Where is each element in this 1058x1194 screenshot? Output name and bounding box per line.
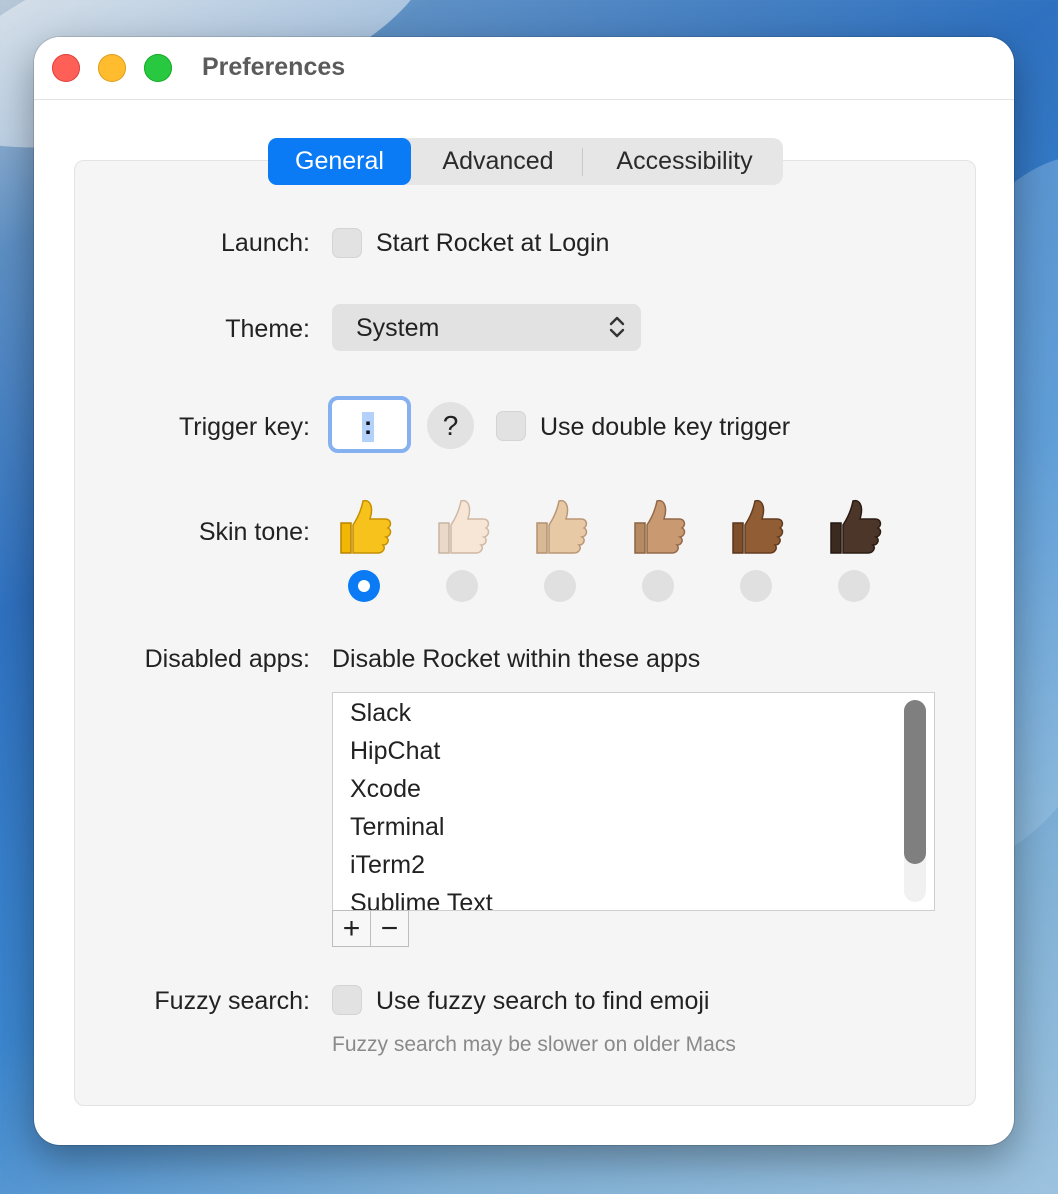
skin-tone-radio-dark[interactable] — [838, 570, 870, 602]
list-item[interactable]: Terminal — [350, 811, 444, 843]
trigger-key-field[interactable]: : — [328, 396, 411, 453]
fuzzy-search-label: Fuzzy search: — [154, 987, 310, 1015]
thumbs-up-medium-icon[interactable] — [629, 497, 687, 557]
disabled-apps-list[interactable]: Slack HipChat Xcode Terminal iTerm2 Subl… — [332, 692, 935, 911]
list-item[interactable]: Sublime Text — [350, 887, 493, 910]
skin-tone-radio-default[interactable] — [348, 570, 380, 602]
trigger-key-value: : — [362, 412, 374, 442]
close-window-button[interactable] — [52, 54, 80, 82]
list-scrollbar[interactable] — [904, 700, 926, 902]
start-at-login-checkbox[interactable] — [332, 228, 362, 258]
preferences-window: Preferences General Advanced Accessibili… — [34, 37, 1014, 1145]
start-at-login-label[interactable]: Start Rocket at Login — [376, 227, 609, 259]
list-item[interactable]: Slack — [350, 697, 411, 729]
add-app-button[interactable]: + — [333, 911, 371, 946]
thumbs-up-medium-dark-icon[interactable] — [727, 497, 785, 557]
help-button[interactable]: ? — [427, 402, 474, 449]
up-down-chevron-icon — [609, 316, 625, 338]
tab-general[interactable]: General — [268, 138, 411, 185]
skin-tone-radio-medium[interactable] — [642, 570, 674, 602]
list-item[interactable]: Xcode — [350, 773, 421, 805]
list-scrollbar-thumb[interactable] — [904, 700, 926, 864]
thumbs-up-light-icon[interactable] — [433, 497, 491, 557]
tab-divider — [582, 148, 583, 176]
fuzzy-search-checkbox-label[interactable]: Use fuzzy search to find emoji — [376, 985, 709, 1017]
tab-accessibility[interactable]: Accessibility — [586, 138, 783, 185]
skin-tone-radio-light[interactable] — [446, 570, 478, 602]
remove-app-button[interactable]: − — [371, 911, 408, 946]
tab-advanced[interactable]: Advanced — [418, 138, 578, 185]
fuzzy-search-checkbox[interactable] — [332, 985, 362, 1015]
zoom-window-button[interactable] — [144, 54, 172, 82]
double-key-trigger-checkbox[interactable] — [496, 411, 526, 441]
list-item[interactable]: HipChat — [350, 735, 440, 767]
list-item[interactable]: iTerm2 — [350, 849, 425, 881]
disabled-apps-description: Disable Rocket within these apps — [332, 645, 701, 673]
skin-tone-radio-medium-dark[interactable] — [740, 570, 772, 602]
minimize-window-button[interactable] — [98, 54, 126, 82]
thumbs-up-medium-light-icon[interactable] — [531, 497, 589, 557]
theme-label: Theme: — [225, 315, 310, 343]
skin-tone-radio-medium-light[interactable] — [544, 570, 576, 602]
disabled-apps-label: Disabled apps: — [144, 645, 310, 673]
theme-select[interactable]: System — [332, 304, 641, 351]
thumbs-up-dark-icon[interactable] — [825, 497, 883, 557]
window-title: Preferences — [202, 53, 346, 81]
tab-bar: General Advanced Accessibility — [268, 138, 783, 185]
title-bar[interactable]: Preferences — [34, 37, 1014, 100]
theme-select-value: System — [356, 314, 440, 342]
launch-label: Launch: — [221, 229, 310, 257]
trigger-key-label: Trigger key: — [178, 413, 310, 441]
fuzzy-search-hint: Fuzzy search may be slower on older Macs — [332, 1033, 736, 1056]
thumbs-up-default-icon[interactable] — [335, 497, 393, 557]
double-key-trigger-label[interactable]: Use double key trigger — [540, 411, 790, 443]
skin-tone-label: Skin tone: — [198, 518, 310, 546]
add-remove-control: + − — [332, 910, 409, 947]
settings-panel — [74, 160, 976, 1106]
